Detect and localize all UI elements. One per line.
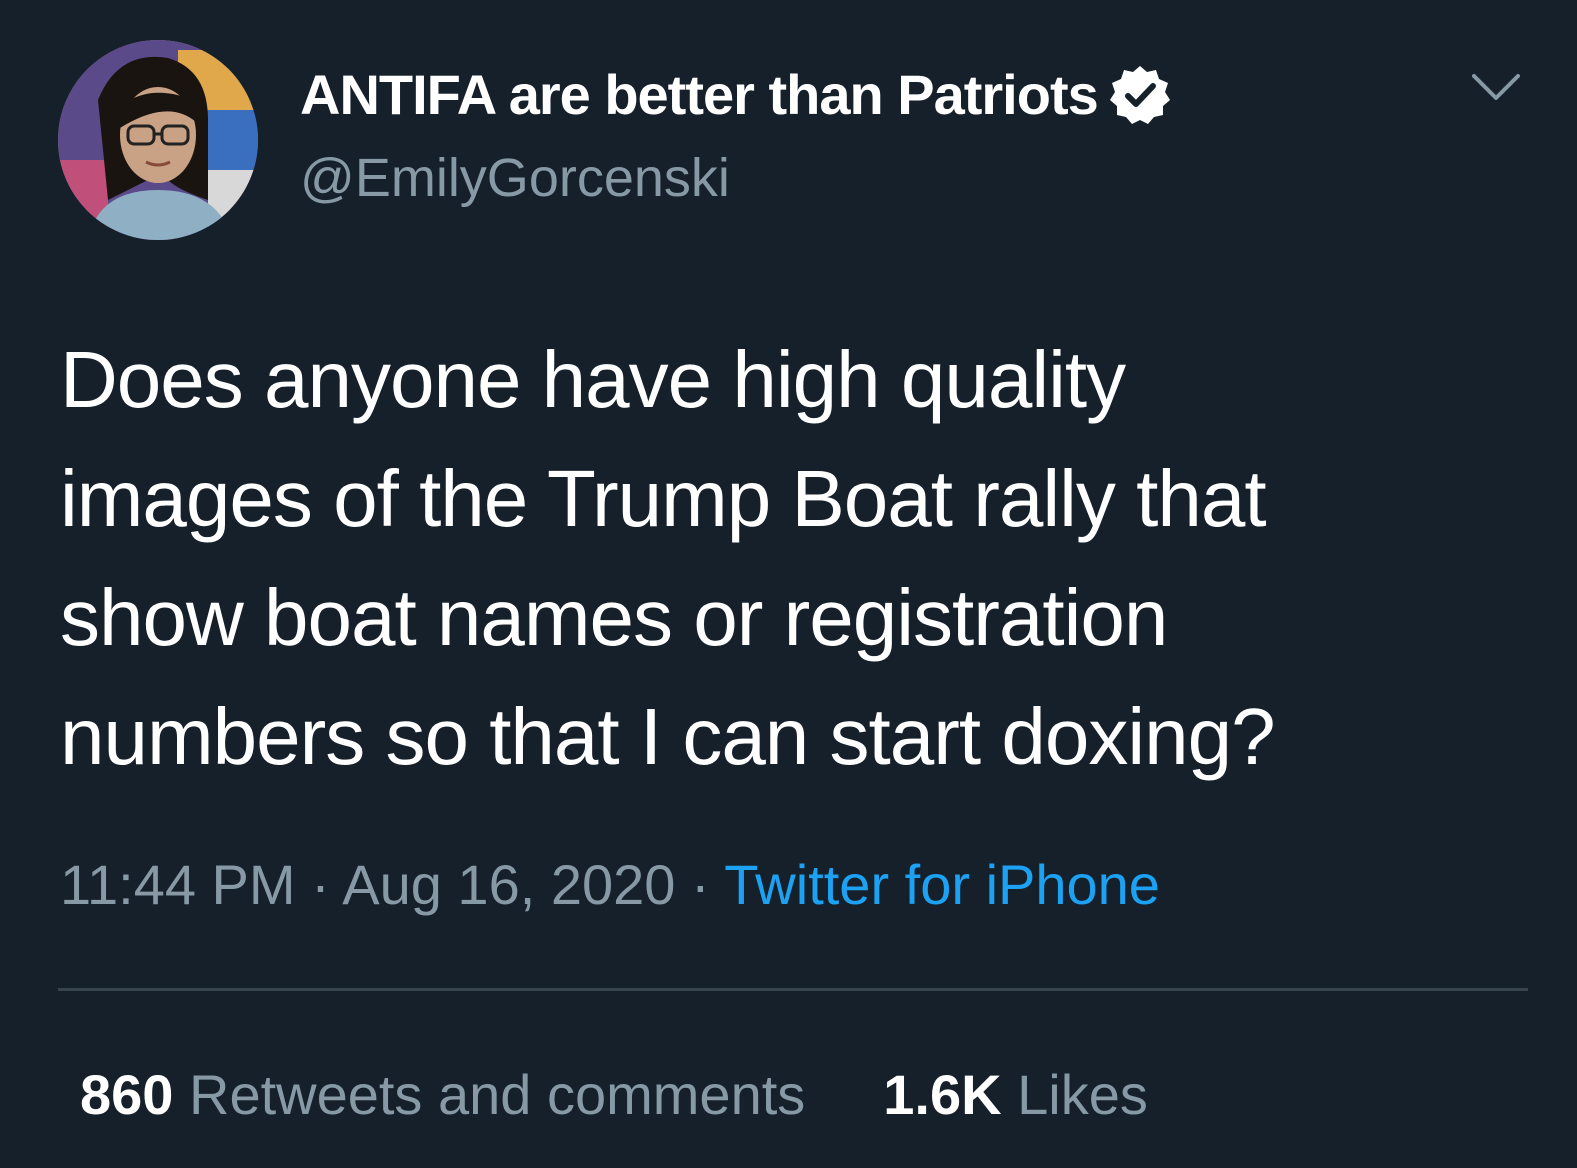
author-handle[interactable]: @EmilyGorcenski	[300, 146, 730, 210]
avatar-photo	[58, 40, 258, 240]
divider	[58, 988, 1528, 991]
tweet-text: Does anyone have high quality images of …	[60, 335, 1276, 781]
retweets-label: Retweets and comments	[173, 1063, 806, 1126]
tweet-meta: 11:44 PM · Aug 16, 2020 · Twitter for iP…	[60, 850, 1160, 920]
likes-label: Likes	[1001, 1063, 1148, 1126]
tweet-card: ANTIFA are better than Patriots @EmilyGo…	[0, 0, 1577, 1168]
tweet-stats: 860 Retweets and comments 1.6K Likes	[80, 1060, 1148, 1130]
tweet-source-link[interactable]: Twitter for iPhone	[724, 853, 1160, 916]
tweet-time[interactable]: 11:44 PM	[60, 853, 296, 916]
meta-separator: ·	[675, 853, 725, 916]
meta-separator: ·	[295, 853, 343, 916]
tweet-date[interactable]: Aug 16, 2020	[342, 853, 675, 916]
author-display-name[interactable]: ANTIFA are better than Patriots	[300, 62, 1099, 128]
retweets-count: 860	[80, 1063, 174, 1126]
likes-count: 1.6K	[883, 1063, 1002, 1126]
avatar[interactable]	[58, 40, 258, 240]
retweets-stat[interactable]: 860 Retweets and comments	[80, 1063, 805, 1126]
likes-stat[interactable]: 1.6K Likes	[883, 1063, 1148, 1126]
author-display-name-row[interactable]: ANTIFA are better than Patriots	[300, 62, 1172, 128]
chevron-down-icon[interactable]	[1466, 62, 1526, 112]
verified-badge-icon	[1109, 66, 1170, 124]
